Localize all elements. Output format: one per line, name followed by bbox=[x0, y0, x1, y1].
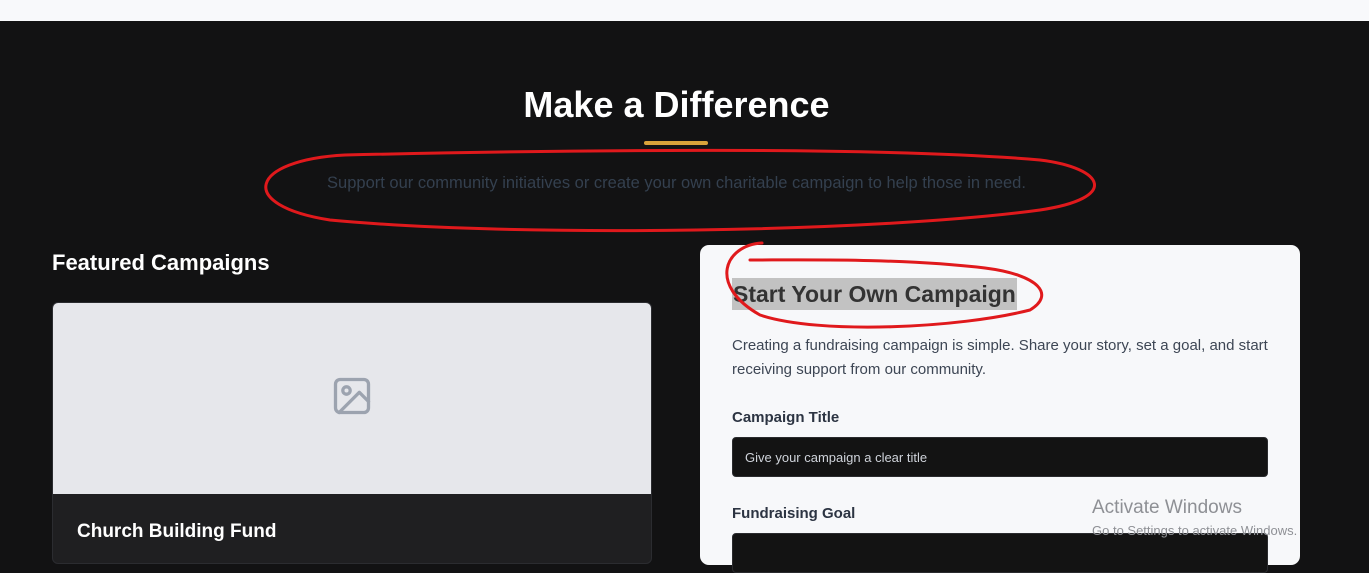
page-title: Make a Difference bbox=[523, 84, 830, 125]
start-campaign-description: Creating a fundraising campaign is simpl… bbox=[732, 337, 1268, 378]
title-underline bbox=[644, 141, 708, 145]
campaign-title-label: Campaign Title bbox=[732, 409, 840, 426]
activate-windows-watermark: Activate Windows bbox=[1092, 497, 1242, 518]
start-campaign-heading: Start Your Own Campaign bbox=[732, 278, 1017, 310]
page-subtitle: Support our community initiatives or cre… bbox=[327, 174, 1026, 192]
fundraising-goal-input[interactable] bbox=[732, 533, 1268, 573]
top-nav-bar bbox=[0, 0, 1369, 21]
campaign-title-input[interactable] bbox=[732, 437, 1268, 477]
campaign-image-placeholder bbox=[53, 303, 651, 494]
image-icon bbox=[330, 374, 374, 423]
activate-windows-hint: Go to Settings to activate Windows. bbox=[1092, 523, 1298, 538]
featured-campaigns-heading: Featured Campaigns bbox=[52, 250, 270, 275]
fundraising-goal-label: Fundraising Goal bbox=[732, 505, 856, 522]
campaign-card[interactable]: Church Building Fund bbox=[52, 302, 652, 564]
